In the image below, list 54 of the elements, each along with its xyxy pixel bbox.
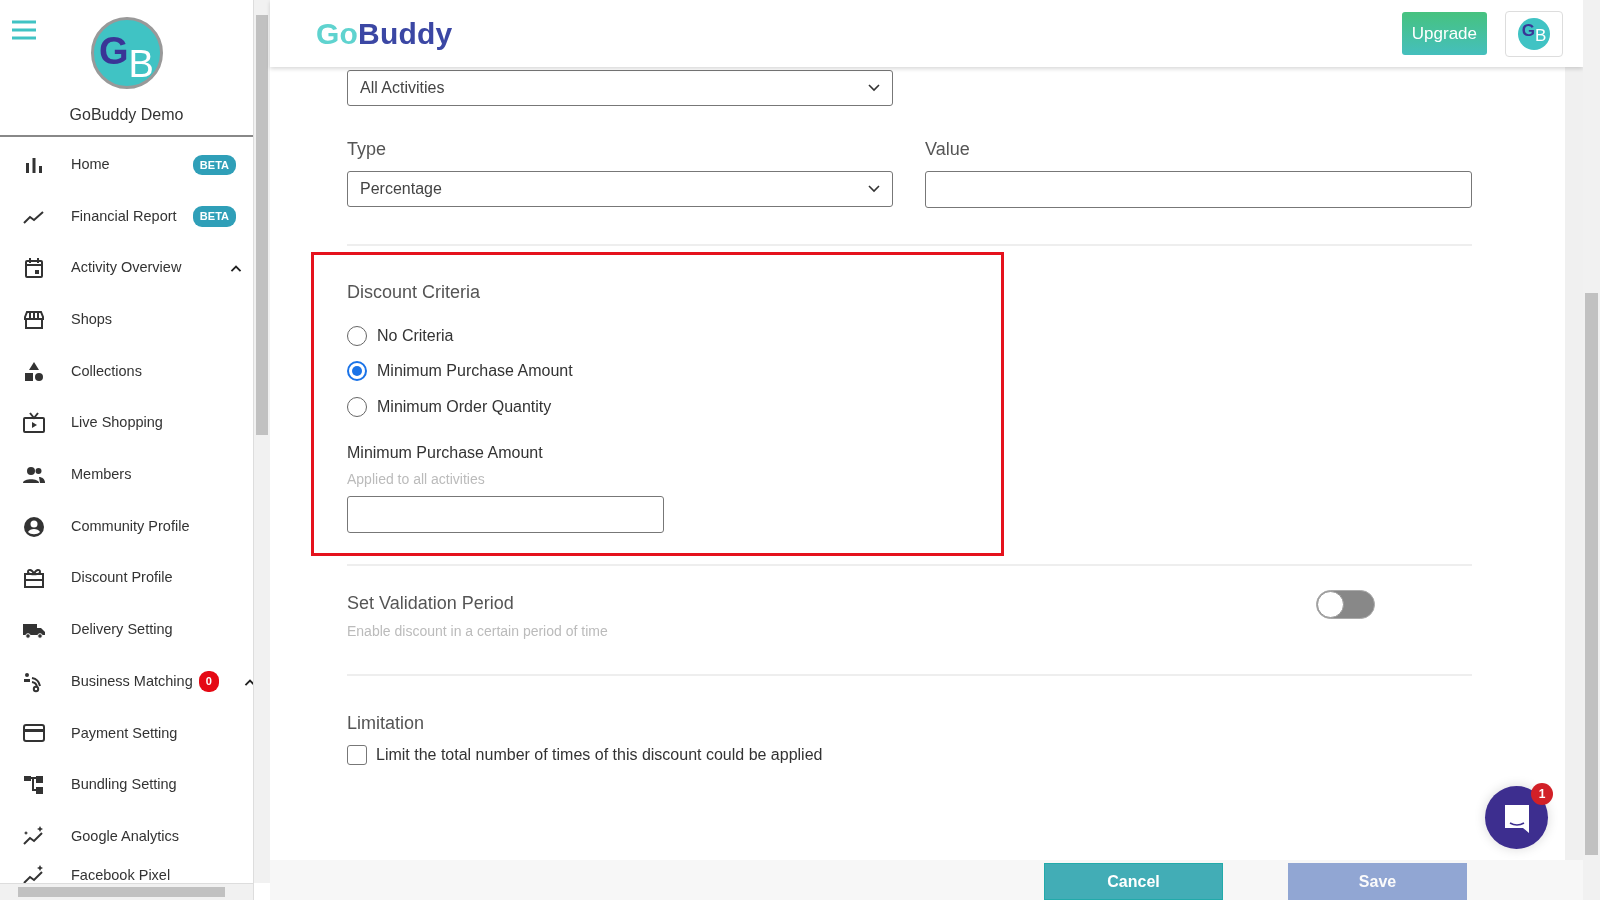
beta-badge: BETA [192, 154, 236, 176]
section-title: Set Validation Period [347, 591, 515, 615]
value-field[interactable] [925, 171, 1472, 208]
beta-badge: BETA [192, 206, 236, 227]
avatar-button[interactable]: GB [1505, 10, 1563, 57]
radio-button[interactable] [347, 361, 367, 382]
select-field[interactable]: All Activities [347, 70, 893, 106]
section-title: Limitation [347, 711, 426, 735]
section-hint: Enable discount in a certain period of time [347, 621, 609, 641]
sidebar-item[interactable]: Activity Overview [0, 242, 253, 295]
field-hint: Applied to all activities [347, 469, 486, 489]
sidebar-item[interactable]: Shops [0, 294, 253, 346]
sparkle-line-icon [22, 863, 46, 883]
sidebar-item[interactable]: Financial Report BETA [0, 190, 253, 243]
chat-icon [1502, 802, 1531, 833]
sidebar-item[interactable]: Members [0, 449, 253, 501]
option-label: Minimum Purchase Amount [377, 361, 573, 382]
sidebar-item[interactable]: Business Matching 0 [0, 655, 253, 708]
radio-option[interactable]: No Criteria [347, 318, 968, 354]
field-label: Minimum Purchase Amount [347, 442, 544, 463]
section-title: Discount Criteria [347, 281, 482, 304]
sidebar-item[interactable]: Payment Setting [0, 707, 253, 760]
checkbox-label: Limit the total number of times of this discount could be applied [376, 744, 823, 765]
caret-icon [868, 185, 880, 193]
sidebar-item[interactable]: Live Shopping [0, 397, 253, 450]
checkbox[interactable] [347, 744, 367, 765]
sidebar-item[interactable]: Google Analytics [0, 810, 253, 863]
sidebar-item[interactable]: Collections [0, 345, 253, 398]
sidebar-item[interactable]: Community Profile [0, 500, 253, 553]
sidebar-item[interactable]: Delivery Setting [0, 604, 253, 656]
calendar-icon [22, 256, 46, 281]
person-circle-icon [22, 514, 46, 539]
sidebar-item[interactable]: Bundling Setting [0, 759, 253, 811]
scrollbar[interactable] [254, 0, 270, 883]
radio-option[interactable]: Minimum Purchase Amount [347, 353, 968, 389]
sidebar-item[interactable]: Discount Profile [0, 552, 253, 605]
radio-option[interactable]: Minimum Order Quantity [347, 389, 968, 425]
gift-box-icon [22, 566, 46, 591]
profile-name: GoBuddy Demo [69, 105, 184, 125]
select-field[interactable]: Percentage [347, 171, 893, 207]
sidebar-item[interactable]: Home BETA [0, 139, 253, 191]
profile-avatar: GB [90, 17, 163, 89]
toggle-switch[interactable] [1316, 590, 1375, 619]
tv-icon [22, 411, 46, 436]
option-label: Minimum Order Quantity [377, 396, 552, 417]
count-badge: 0 [198, 671, 219, 692]
sidebar-item[interactable]: Facebook Pixel [0, 862, 253, 883]
scrollbar[interactable] [0, 883, 253, 900]
caret-icon [868, 84, 880, 92]
field-label: Value [925, 138, 971, 161]
field-label: Type [347, 138, 388, 161]
option-label: No Criteria [377, 325, 454, 346]
logo: GoBuddy [316, 16, 453, 52]
amount-field[interactable] [347, 495, 664, 533]
